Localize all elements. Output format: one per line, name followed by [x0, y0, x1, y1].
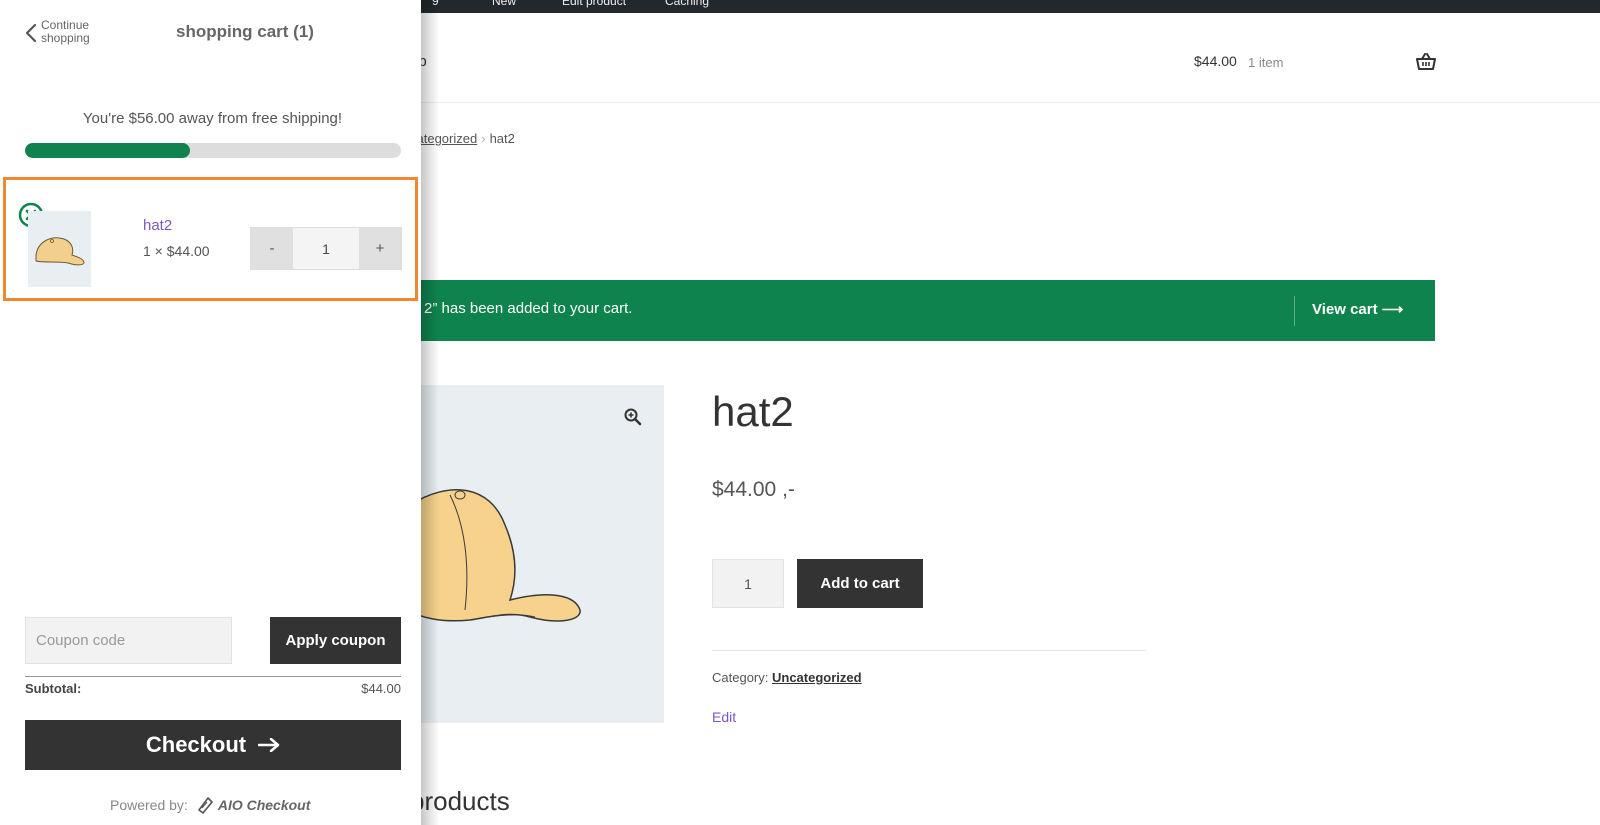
edit-product-link[interactable]: Edit — [712, 709, 736, 725]
arrow-right-icon — [258, 738, 280, 752]
powered-by: Powered by: AIO Checkout — [110, 796, 310, 814]
category-label: Category: — [712, 670, 769, 685]
notice-message: 2” has been added to your cart. — [424, 300, 633, 317]
aio-brand-label: AIO Checkout — [217, 797, 311, 813]
arrow-right-icon: ⟶ — [1381, 301, 1404, 318]
divider — [712, 650, 1146, 651]
free-shipping-message: You're $56.00 away from free shipping! — [82, 110, 343, 127]
shipping-progress-bar — [25, 143, 401, 158]
checkout-button[interactable]: Checkout — [25, 720, 401, 770]
subtotal-value: $44.00 — [361, 681, 401, 696]
product-price: $44.00 ,- — [712, 478, 795, 501]
qty-increase-button[interactable]: + — [359, 228, 401, 269]
cart-item-thumbnail[interactable] — [28, 211, 91, 287]
cart-quantity-stepper: - 1 + — [250, 227, 402, 270]
coupon-code-input[interactable]: Coupon code — [25, 617, 232, 664]
powered-by-label: Powered by: — [110, 797, 188, 813]
cap-illustration — [410, 488, 581, 622]
header-cart-count[interactable]: 1 item — [1248, 55, 1283, 70]
category-link[interactable]: Uncategorized — [772, 670, 862, 685]
added-to-cart-notice: 2” has been added to your cart. View car… — [410, 280, 1435, 341]
view-cart-link[interactable]: View cart ⟶ — [1312, 300, 1403, 318]
zoom-icon[interactable] — [624, 408, 642, 426]
header-cart-total[interactable]: $44.00 — [1194, 53, 1237, 69]
product-title: hat2 — [712, 388, 794, 435]
view-cart-label: View cart — [1312, 301, 1378, 318]
breadcrumb-current: hat2 — [489, 131, 515, 146]
side-cart-drawer: Continue shopping shopping cart (1) You'… — [0, 0, 421, 825]
qty-input[interactable]: 1 — [293, 228, 359, 269]
cart-item-name[interactable]: hat2 — [143, 217, 172, 234]
basket-icon[interactable] — [1416, 53, 1436, 71]
apply-coupon-button[interactable]: Apply coupon — [270, 617, 401, 664]
notice-divider — [1294, 296, 1295, 326]
subtotal-label: Subtotal: — [25, 681, 82, 696]
cap-thumbnail-icon — [35, 237, 85, 266]
shipping-progress-fill — [25, 143, 191, 158]
qty-decrease-button[interactable]: - — [251, 228, 293, 269]
checkout-label: Checkout — [145, 732, 247, 757]
aio-logo-icon — [198, 797, 213, 814]
cart-title: shopping cart (1) — [176, 22, 314, 41]
add-to-cart-button[interactable]: Add to cart — [797, 559, 923, 608]
product-image[interactable] — [410, 385, 664, 723]
admin-bar-edit-product[interactable]: Edit product — [562, 0, 626, 8]
product-category: Category: Uncategorized — [712, 670, 862, 685]
product-quantity-input[interactable]: 1 — [712, 559, 784, 608]
subtotal-divider — [25, 676, 401, 677]
cart-item: hat2 1 × $44.00 - 1 + — [3, 177, 418, 301]
admin-bar-new[interactable]: New — [492, 0, 516, 8]
admin-bar-caching[interactable]: Caching — [665, 0, 709, 8]
aio-checkout-logo[interactable]: AIO Checkout — [196, 796, 311, 814]
cart-item-price: 1 × $44.00 — [143, 243, 210, 259]
breadcrumb-separator: › — [481, 131, 486, 146]
